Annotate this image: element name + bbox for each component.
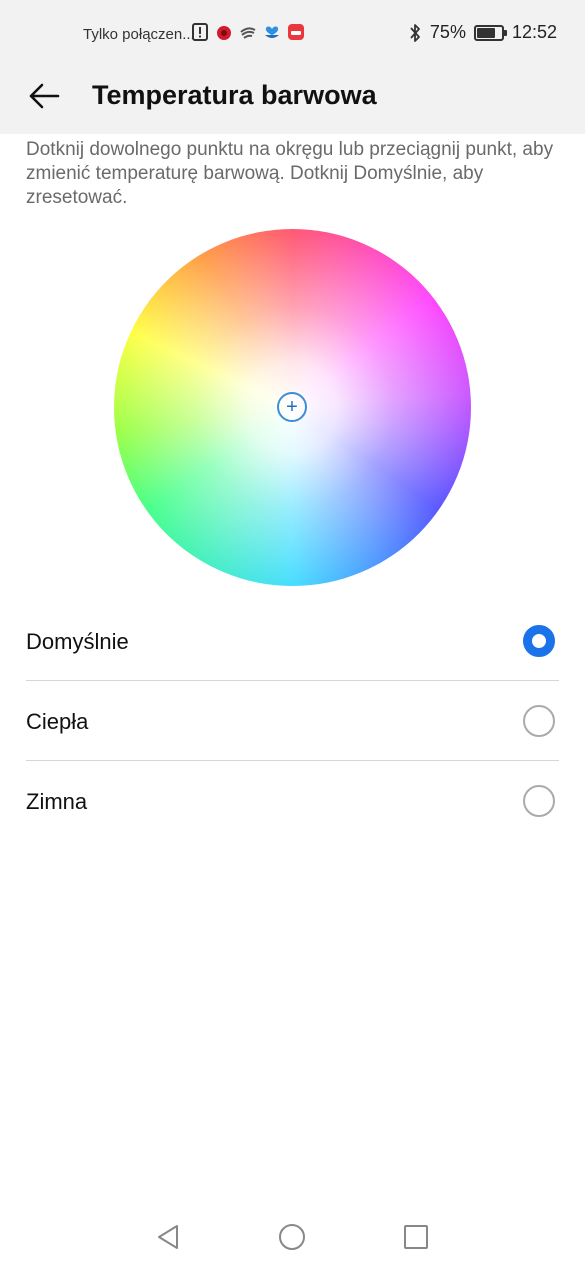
heart-hands-icon (263, 23, 281, 41)
status-right-group: 75% 12:52 (408, 22, 557, 43)
bluetooth-icon (408, 23, 422, 43)
battery-fill (476, 27, 495, 38)
square-recents-icon (404, 1225, 428, 1249)
option-label: Zimna (26, 789, 88, 814)
page-title: Temperatura barwowa (92, 80, 377, 110)
option-warm[interactable]: Ciepła (0, 681, 585, 761)
app-store-icon (287, 23, 305, 41)
option-default[interactable]: Domyślnie (0, 601, 585, 681)
status-bar: Tylko połączen... 75% 12:52 (0, 16, 585, 52)
radio-button[interactable] (523, 625, 555, 657)
option-label: Ciepła (26, 709, 89, 734)
battery-icon (473, 24, 507, 41)
wifi-calling-icon (239, 23, 257, 41)
alert-icon (191, 23, 209, 41)
battery-percent: 75% (429, 22, 466, 42)
app-bug-icon (215, 23, 233, 41)
nav-back-button[interactable] (151, 1220, 185, 1254)
plus-icon: + (286, 396, 298, 418)
option-cold[interactable]: Zimna (0, 761, 585, 841)
description-text: Dotknij dowolnego punktu na okręgu lub p… (26, 139, 554, 208)
radio-button[interactable] (523, 705, 555, 737)
circle-home-icon (279, 1224, 305, 1250)
wheel-marker[interactable]: + (277, 392, 307, 422)
radio-button[interactable] (523, 785, 555, 817)
temperature-options: Domyślnie Ciepła Zimna (0, 601, 585, 841)
back-button[interactable] (22, 76, 66, 116)
triangle-back-icon (158, 1225, 178, 1249)
navigation-bar (0, 1200, 585, 1268)
nav-recents-button[interactable] (399, 1220, 433, 1254)
option-label: Domyślnie (26, 629, 129, 654)
notification-icons (191, 23, 305, 41)
carrier-text: Tylko połączen... (83, 26, 195, 43)
arrow-left-icon (29, 83, 60, 109)
clock: 12:52 (511, 22, 557, 42)
nav-home-button[interactable] (275, 1220, 309, 1254)
top-app-bar: Tylko połączen... 75% 12:52 Temperatura … (0, 0, 585, 134)
